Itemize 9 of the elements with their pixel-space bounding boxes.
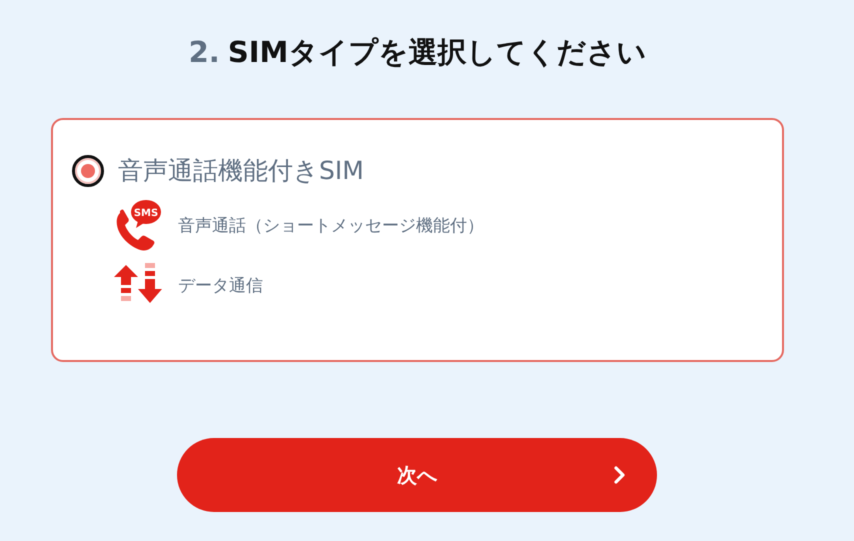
feature-text: 音声通話（ショートメッセージ機能付） xyxy=(178,214,484,236)
option-card[interactable]: 音声通話機能付きSIM SMS 音声通話（ショートメッセージ機能付） データ通信 xyxy=(51,118,784,362)
next-button[interactable]: 次へ xyxy=(177,438,657,512)
chevron-right-icon xyxy=(614,466,626,484)
step-number: 2. xyxy=(188,35,220,69)
step-title: SIMタイプを選択してください xyxy=(228,35,646,69)
feature-text: データ通信 xyxy=(178,274,263,296)
option-label: 音声通話機能付きSIM xyxy=(118,155,364,187)
radio-button[interactable] xyxy=(72,154,104,186)
